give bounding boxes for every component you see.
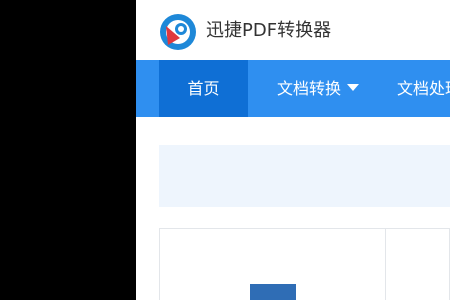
browser-page: 迅捷PDF转换器 首页 文档转换 文档处理 (136, 0, 450, 300)
tool-tile-icon[interactable] (250, 284, 296, 300)
panel-divider (385, 229, 386, 300)
main-nav: 首页 文档转换 文档处理 (136, 60, 450, 117)
nav-item-label: 首页 (187, 79, 220, 98)
brand-name[interactable]: 迅捷PDF转换器 (206, 19, 331, 43)
nav-item-label: 文档处理 (397, 79, 450, 98)
nav-item-label: 文档转换 (277, 79, 342, 98)
caret-down-icon (347, 84, 360, 91)
banner (159, 145, 450, 207)
xunjie-logo-icon[interactable] (158, 12, 198, 52)
nav-item-home[interactable]: 首页 (159, 60, 248, 117)
site-header: 迅捷PDF转换器 (136, 0, 450, 60)
nav-item-document-convert[interactable]: 文档转换 (277, 60, 360, 117)
tool-panel (159, 228, 450, 300)
nav-item-document-process[interactable]: 文档处理 (397, 60, 450, 117)
